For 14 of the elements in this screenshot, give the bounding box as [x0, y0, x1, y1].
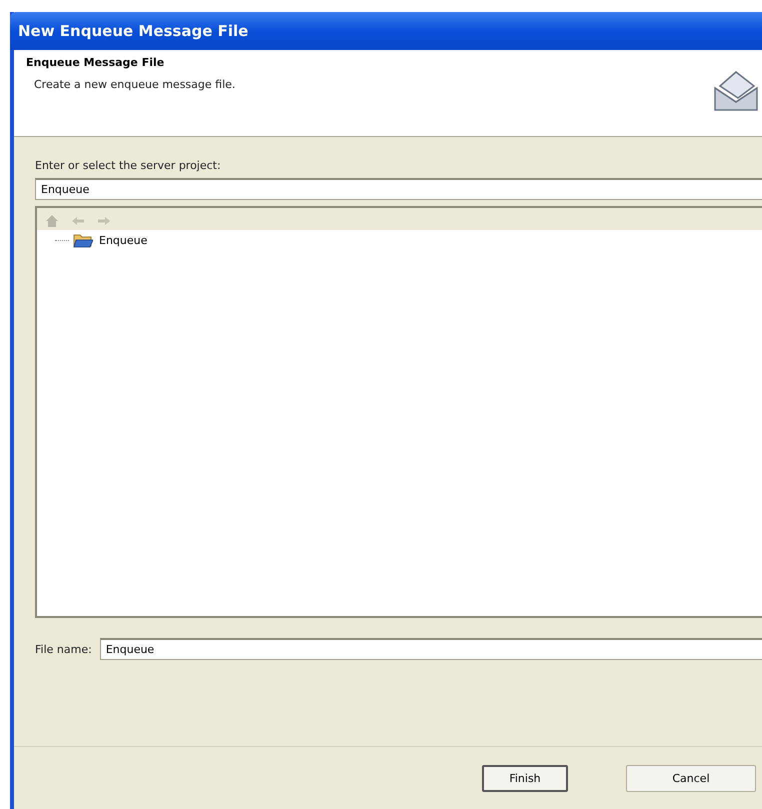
window-title: New Enqueue Message File: [18, 22, 248, 40]
page-title: Enqueue Message File: [26, 56, 166, 69]
back-arrow-icon[interactable]: [71, 214, 85, 228]
dialog-button[interactable]: Cancel: [626, 764, 756, 792]
tree-item[interactable]: Enqueue: [97, 232, 150, 248]
file-name-label: File name:: [35, 642, 92, 656]
dialog-button[interactable]: Finish: [482, 764, 568, 792]
page-description: Create a new enqueue message file.: [33, 78, 236, 91]
folder-icon: [73, 232, 93, 248]
home-icon[interactable]: [45, 214, 59, 228]
project-field[interactable]: Enqueue: [35, 178, 762, 200]
project-label: Enter or select the server project:: [35, 159, 222, 172]
forward-arrow-icon[interactable]: [97, 214, 111, 228]
file-name-field[interactable]: Enqueue: [100, 638, 762, 660]
